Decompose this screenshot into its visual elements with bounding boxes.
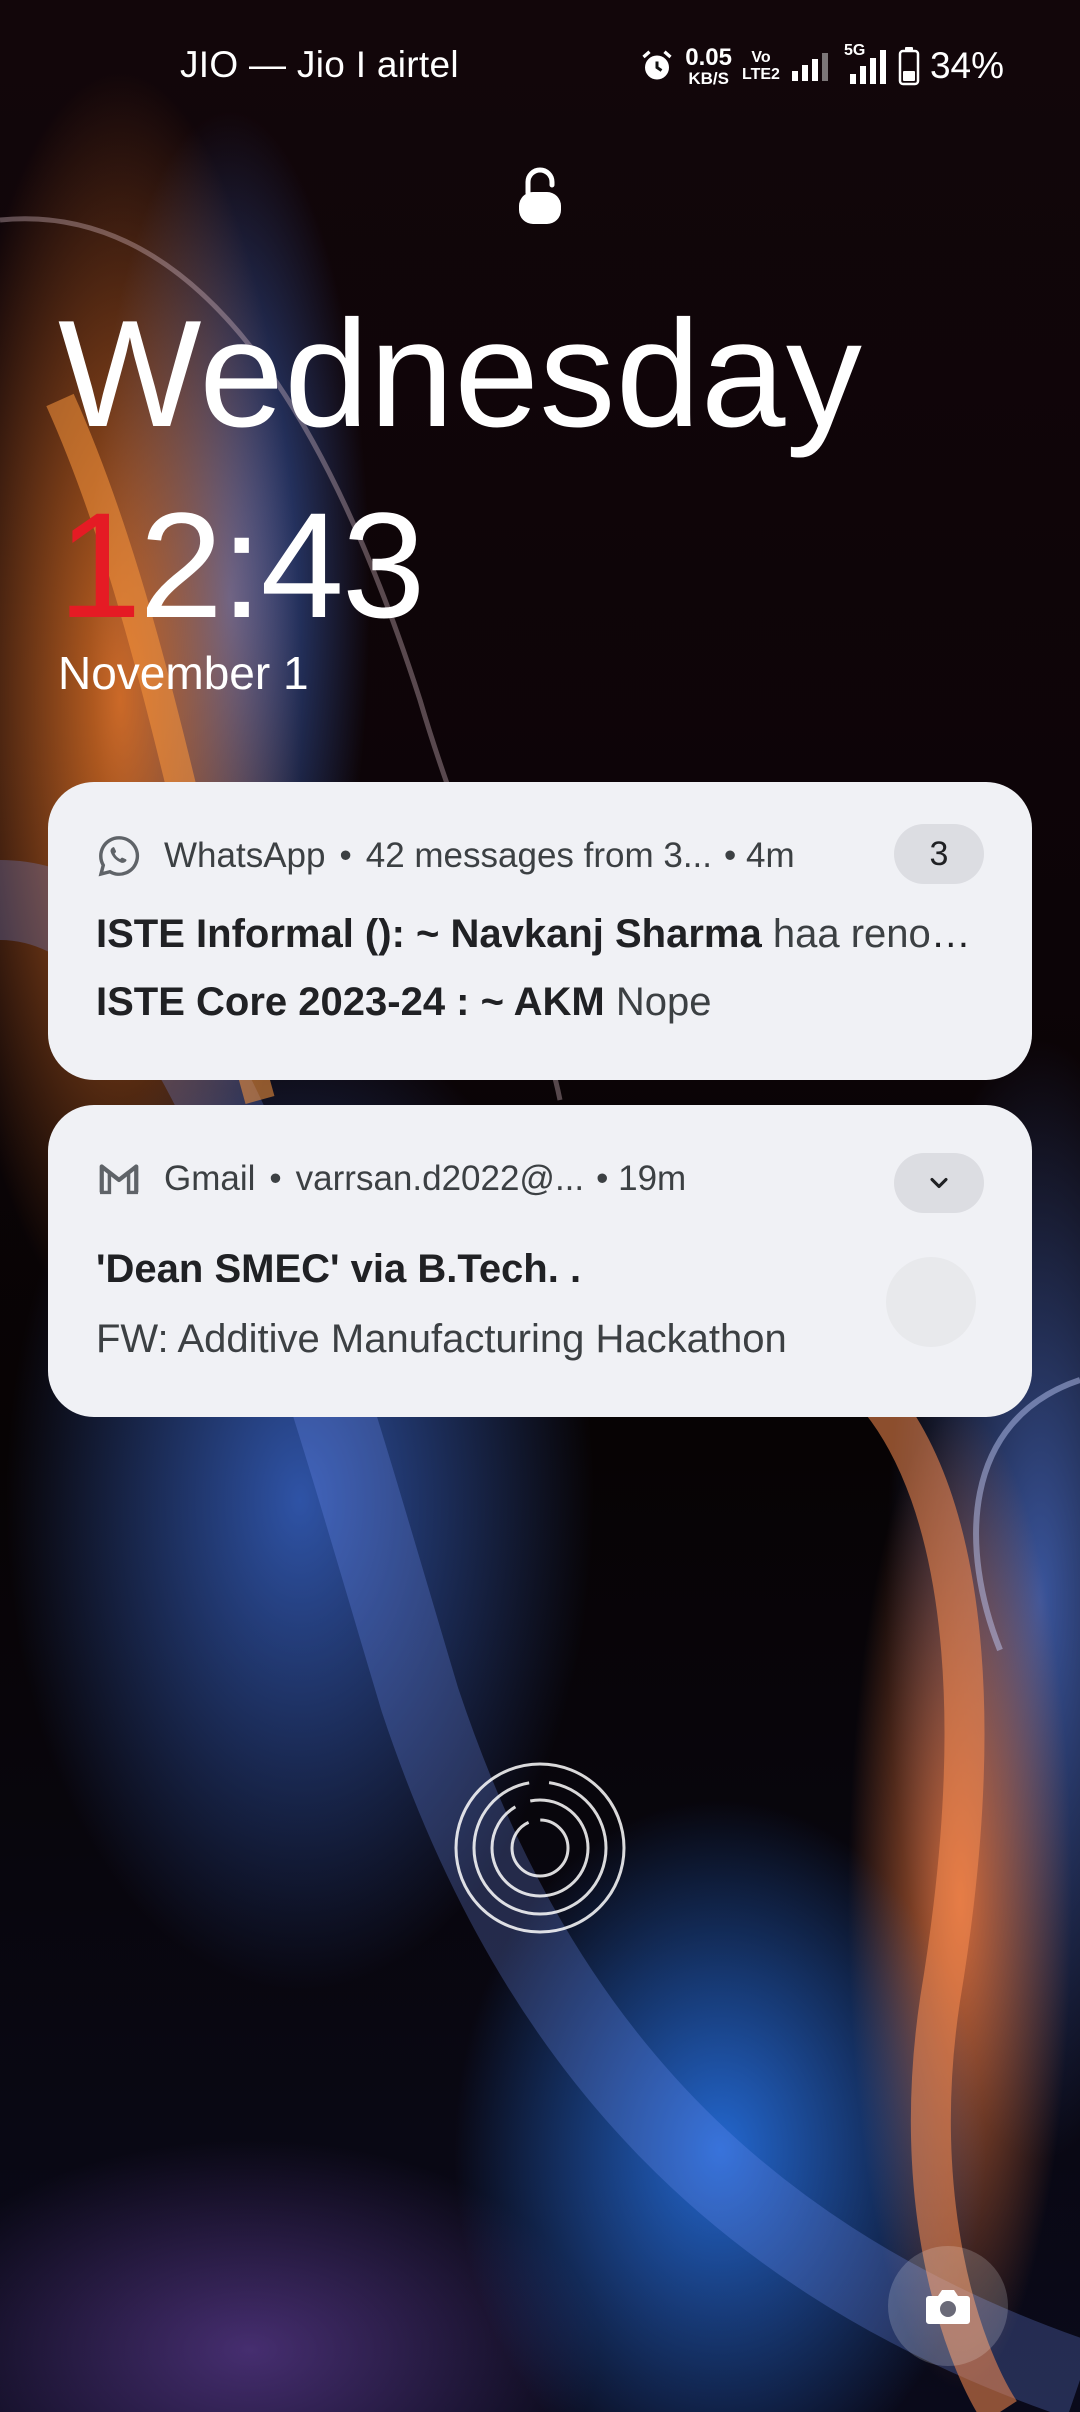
- net-speed: 0.05 KB/S: [685, 43, 732, 88]
- notification-time: • 4m: [724, 836, 795, 875]
- separator-dot: •: [269, 1159, 282, 1198]
- camera-icon: [926, 2290, 970, 2324]
- notification-message: ISTE Core 2023-24 : ~ AKM Nope: [96, 980, 984, 1025]
- camera-shortcut-button[interactable]: [888, 2246, 1008, 2366]
- notification-summary: 42 messages from 3...: [365, 836, 712, 875]
- notification-time: • 19m: [596, 1159, 687, 1198]
- message-text: Nope: [615, 980, 712, 1024]
- date: November 1: [58, 647, 309, 699]
- lock-icon: [519, 167, 561, 224]
- volte-indicator: Vo LTE2: [742, 49, 780, 83]
- alarm-icon: [642, 50, 672, 80]
- fingerprint-icon[interactable]: [452, 1760, 628, 1936]
- status-bar: JIO — Jio I airtel 0.05 KB/S Vo LTE2 5G: [0, 36, 1080, 96]
- notification-app-name: WhatsApp: [164, 836, 326, 875]
- message-text: haa renovation: [772, 912, 984, 956]
- gmail-icon: [99, 1164, 139, 1195]
- message-sender: ISTE Informal (): ~ Navkanj Sharma: [96, 912, 762, 956]
- expand-button[interactable]: [894, 1153, 984, 1213]
- separator-dot: •: [339, 836, 352, 875]
- signal-5g-icon: 5G: [844, 42, 888, 86]
- battery-percent: 34%: [929, 45, 1004, 86]
- whatsapp-notification[interactable]: WhatsApp • 42 messages from 3... • 4m 3 …: [48, 782, 1032, 1080]
- message-sender: ISTE Core 2023-24 : ~ AKM: [96, 980, 605, 1024]
- whatsapp-icon: [98, 836, 140, 877]
- clock-first-digit: 1: [58, 481, 141, 649]
- notification-account: varrsan.d2022@...: [295, 1159, 585, 1198]
- day-of-week: Wednesday: [58, 289, 863, 459]
- notification-header: Gmail • varrsan.d2022@... • 19m: [96, 1153, 984, 1205]
- carrier-name: JIO — Jio I airtel: [180, 44, 459, 85]
- chevron-down-icon: [930, 1177, 948, 1189]
- notification-header: WhatsApp • 42 messages from 3... • 4m: [96, 830, 984, 882]
- clock-rest: 2:43: [139, 481, 425, 649]
- message-count-badge[interactable]: 3: [894, 824, 984, 884]
- battery-icon: [898, 47, 920, 86]
- notification-message: ISTE Informal (): ~ Navkanj Sharma haa r…: [96, 912, 984, 957]
- status-icons: 0.05 KB/S Vo LTE2 5G 34%: [639, 40, 1004, 92]
- email-preview: FW: Additive Manufacturing Hackathon: [96, 1317, 787, 1361]
- notification-app-name: Gmail: [164, 1159, 256, 1198]
- sender-avatar: [886, 1257, 976, 1347]
- gmail-notification[interactable]: Gmail • varrsan.d2022@... • 19m 'Dean SM…: [48, 1105, 1032, 1417]
- clock: 12:43: [58, 490, 425, 640]
- signal-icon: [791, 53, 828, 81]
- email-subject: 'Dean SMEC' via B.Tech. .: [96, 1247, 582, 1291]
